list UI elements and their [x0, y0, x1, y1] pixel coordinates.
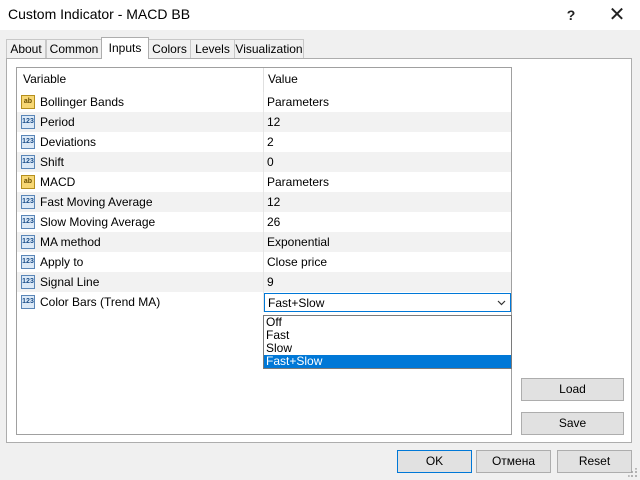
variable-name: Apply to [40, 255, 84, 269]
table-row[interactable]: 123 Slow Moving Average 26 [17, 212, 511, 232]
table-row[interactable]: 123 MA method Exponential [17, 232, 511, 252]
cell-divider [263, 252, 264, 272]
variable-name: Period [40, 115, 75, 129]
cell-divider [263, 192, 264, 212]
cell-divider [263, 112, 264, 132]
resize-grip-icon[interactable] [628, 468, 638, 478]
variable-value[interactable]: 12 [267, 115, 280, 129]
variable-name: MACD [40, 175, 76, 189]
tab-visualization[interactable]: Visualization [234, 39, 304, 58]
number-type-icon: 123 [21, 115, 35, 129]
variable-value[interactable]: 0 [267, 155, 274, 169]
grid-header: Variable Value [17, 68, 511, 92]
number-type-icon: 123 [21, 195, 35, 209]
variable-name: Deviations [40, 135, 97, 149]
cell-divider [263, 92, 264, 112]
variable-name: Slow Moving Average [40, 215, 156, 229]
table-row[interactable]: 123 Color Bars (Trend MA) Fast+Slow [17, 292, 511, 312]
number-type-icon: 123 [21, 235, 35, 249]
grid-rows: ab Bollinger Bands Parameters 123 Period 12 12… [17, 92, 511, 312]
save-button[interactable]: Save [521, 412, 624, 435]
table-row[interactable]: 123 Shift 0 [17, 152, 511, 172]
select-value: Fast+Slow [268, 296, 325, 310]
table-row[interactable]: ab Bollinger Bands Parameters [17, 92, 511, 112]
table-row[interactable]: 123 Period 12 [17, 112, 511, 132]
ok-button[interactable]: OK [397, 450, 472, 473]
window-title: Custom Indicator - MACD BB [8, 6, 191, 22]
variable-name: Fast Moving Average [40, 195, 153, 209]
number-type-icon: 123 [21, 215, 35, 229]
color-bars-dropdown-list: Off Fast Slow Fast+Slow [263, 315, 512, 369]
dropdown-option-fast-slow[interactable]: Fast+Slow [264, 355, 511, 368]
inputs-grid: Variable Value ab Bollinger Bands Paramete… [16, 67, 512, 435]
variable-name: MA method [40, 235, 101, 249]
variable-name: Signal Line [40, 275, 100, 289]
close-icon[interactable]: ✕ [594, 0, 640, 30]
number-type-icon: 123 [21, 275, 35, 289]
tab-inputs[interactable]: Inputs [101, 37, 149, 59]
table-row[interactable]: 123 Deviations 2 [17, 132, 511, 152]
variable-value[interactable]: 26 [267, 215, 280, 229]
number-type-icon: 123 [21, 135, 35, 149]
number-type-icon: 123 [21, 155, 35, 169]
variable-value[interactable]: Parameters [267, 175, 329, 189]
variable-name: Color Bars (Trend MA) [40, 295, 161, 309]
string-type-icon: ab [21, 95, 35, 109]
cell-divider [263, 132, 264, 152]
cell-divider [263, 152, 264, 172]
variable-name: Bollinger Bands [40, 95, 125, 109]
cell-divider [263, 272, 264, 292]
variable-value[interactable]: 9 [267, 275, 274, 289]
cell-divider [263, 172, 264, 192]
tab-colors[interactable]: Colors [148, 39, 191, 58]
table-row[interactable]: 123 Signal Line 9 [17, 272, 511, 292]
dropdown-option-fast[interactable]: Fast [264, 329, 511, 342]
dropdown-option-off[interactable]: Off [264, 316, 511, 329]
help-icon[interactable]: ? [548, 0, 594, 30]
variable-value[interactable]: 12 [267, 195, 280, 209]
column-divider[interactable] [263, 68, 264, 92]
column-header-value[interactable]: Value [268, 72, 298, 86]
load-button[interactable]: Load [521, 378, 624, 401]
variable-value[interactable]: 2 [267, 135, 274, 149]
number-type-icon: 123 [21, 255, 35, 269]
tab-about[interactable]: About [6, 39, 46, 58]
tab-levels[interactable]: Levels [190, 39, 235, 58]
table-row[interactable]: 123 Apply to Close price [17, 252, 511, 272]
table-row[interactable]: ab MACD Parameters [17, 172, 511, 192]
cell-divider [263, 232, 264, 252]
column-header-variable[interactable]: Variable [23, 72, 66, 86]
table-row[interactable]: 123 Fast Moving Average 12 [17, 192, 511, 212]
cancel-button[interactable]: Отмена [476, 450, 551, 473]
variable-value[interactable]: Exponential [267, 235, 330, 249]
variable-name: Shift [40, 155, 65, 169]
string-type-icon: ab [21, 175, 35, 189]
variable-value[interactable]: Close price [267, 255, 327, 269]
number-type-icon: 123 [21, 295, 35, 309]
reset-button[interactable]: Reset [557, 450, 632, 473]
tab-common[interactable]: Common [46, 39, 102, 58]
color-bars-select[interactable]: Fast+Slow [264, 293, 511, 312]
title-bar: Custom Indicator - MACD BB ? ✕ [0, 0, 640, 30]
cell-divider [263, 212, 264, 232]
chevron-down-icon[interactable] [497, 298, 506, 307]
variable-value[interactable]: Parameters [267, 95, 329, 109]
